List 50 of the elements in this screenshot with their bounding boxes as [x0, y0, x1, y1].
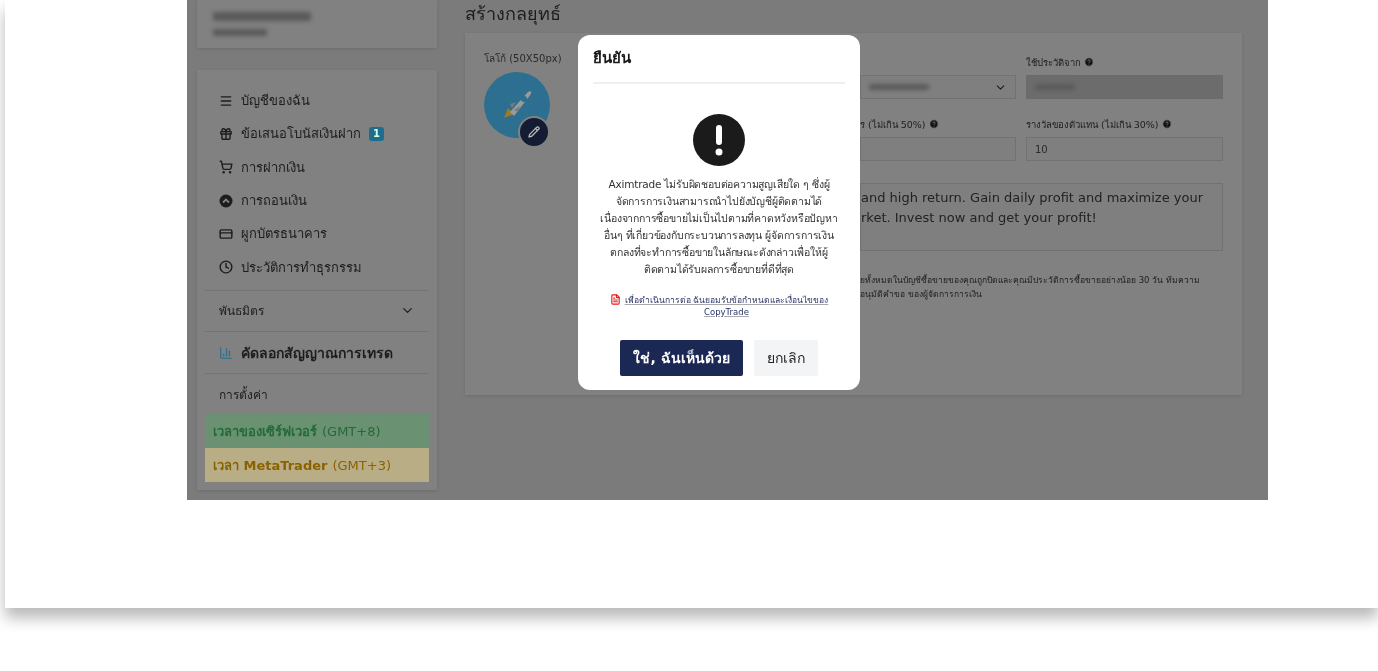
sidebar-item[interactable]: บัญชีของฉัน	[205, 84, 429, 118]
time-label: เวลาของเซิร์ฟเวอร์	[213, 422, 317, 441]
sidebar-section[interactable]: คัดลอกสัญญาณการเทรด	[205, 331, 429, 373]
time-zone: (GMT+8)	[322, 423, 381, 439]
field-label: รางวัลของตัวแทน (ไม่เกิน 30%)	[1026, 117, 1159, 132]
field-label: ใช้ประวัติจาก	[1026, 55, 1081, 70]
sidebar-item[interactable]: การฝากเงิน	[205, 150, 429, 184]
field-label: ร (ไม่เกิน 50%)	[860, 117, 926, 132]
section-label: พันธมิตร	[219, 303, 264, 321]
edit-button[interactable]	[518, 116, 550, 148]
clock-icon	[219, 260, 233, 275]
page-title: สร้างกลยุทธ์	[465, 2, 562, 27]
eligibility-note: ยทั้งหมดในบัญชีซื้อขายของคุณถูกปิดและคุณมีประวัติการซื้อขายอย่างน้อย 30 วัน ทีมความ อนุมัติคำขอ ของผู้จัดการการเงิน	[860, 273, 1201, 301]
sidebar-item-label: การถอนเงิน	[241, 192, 307, 211]
disclaimer-text: Aximtrade ไม่รับผิดชอบต่อความสูญเสียใด ๆ ซึ่งผู้ จัดการการเงินสามารถนำไปยังบัญชีผู้ติดตามได้ เนื่องจากการซื้อขายไม่เป็นไปตามที่คาดหวังหรือปัญหา อื่นๆ ที่เกี่ยวข้องกับกระบวนการลงทุน ผู้จัดการการเงิน ตกลงที่จะทำการซื้อขายในลักษณะดังกล่าวเพื่อให้ผู้ ติดตามได้รับผลการซื้อขายที่ดีที่สุด	[600, 176, 838, 278]
card-icon	[219, 226, 233, 241]
menu-icon	[219, 93, 233, 108]
sidebar-section[interactable]: พันธมิตร	[205, 289, 429, 332]
cart-icon	[219, 160, 233, 175]
exclamation-icon	[693, 114, 745, 166]
sidebar-item-label: การฝากเงิน	[241, 158, 305, 177]
sidebar-item-label: ข้อเสนอโบนัสเงินฝาก	[241, 125, 361, 144]
terms-link[interactable]: เพื่อดำเนินการต่อ ฉันยอมรับข้อกำหนดและเงื่อนไขของ CopyTrade	[609, 294, 829, 318]
input-field[interactable]	[860, 137, 1016, 161]
help-icon[interactable]	[1161, 119, 1172, 129]
sidebar-item[interactable]: การถอนเงิน	[205, 183, 429, 218]
dialog-title: ยืนยัน	[593, 35, 845, 84]
sidebar-item-label: บัญชีของฉัน	[241, 92, 310, 111]
help-icon[interactable]	[928, 119, 939, 129]
select-field[interactable]	[860, 75, 1016, 99]
pdf-icon	[609, 294, 621, 305]
sidebar-item-label: ประวัติการทำธุรกรรม	[241, 258, 362, 278]
cancel-button[interactable]: ยกเลิก	[753, 340, 818, 376]
time-label: เวลา MetaTrader	[213, 456, 328, 475]
gift-icon	[219, 126, 233, 141]
pencil-icon	[528, 126, 540, 138]
description-field[interactable]: and high return. Gain daily profit and maximize your rket. Invest now and get your profit!	[860, 183, 1223, 251]
sidebar-item[interactable]: ข้อเสนอโบนัสเงินฝาก 1	[205, 117, 429, 151]
chart-icon	[219, 345, 233, 360]
section-label: การตั้งค่า	[219, 385, 268, 404]
sidebar-item-label: ผูกบัตรธนาคาร	[241, 225, 327, 244]
chevron-circle-icon	[219, 193, 233, 208]
time-zone: (GMT+3)	[332, 457, 391, 473]
section-label: คัดลอกสัญญาณการเทรด	[241, 343, 393, 364]
count-badge: 1	[369, 126, 384, 141]
sidebar-item[interactable]: ประวัติการทำธุรกรรม	[205, 250, 429, 284]
sidebar-item[interactable]: ผูกบัตรธนาคาร	[205, 217, 429, 251]
confirm-button[interactable]: ใช่, ฉันเห็นด้วย	[620, 340, 743, 376]
input-field[interactable]: 10	[1026, 137, 1223, 161]
logo-label: โลโก้ (50X50px)	[484, 52, 562, 66]
